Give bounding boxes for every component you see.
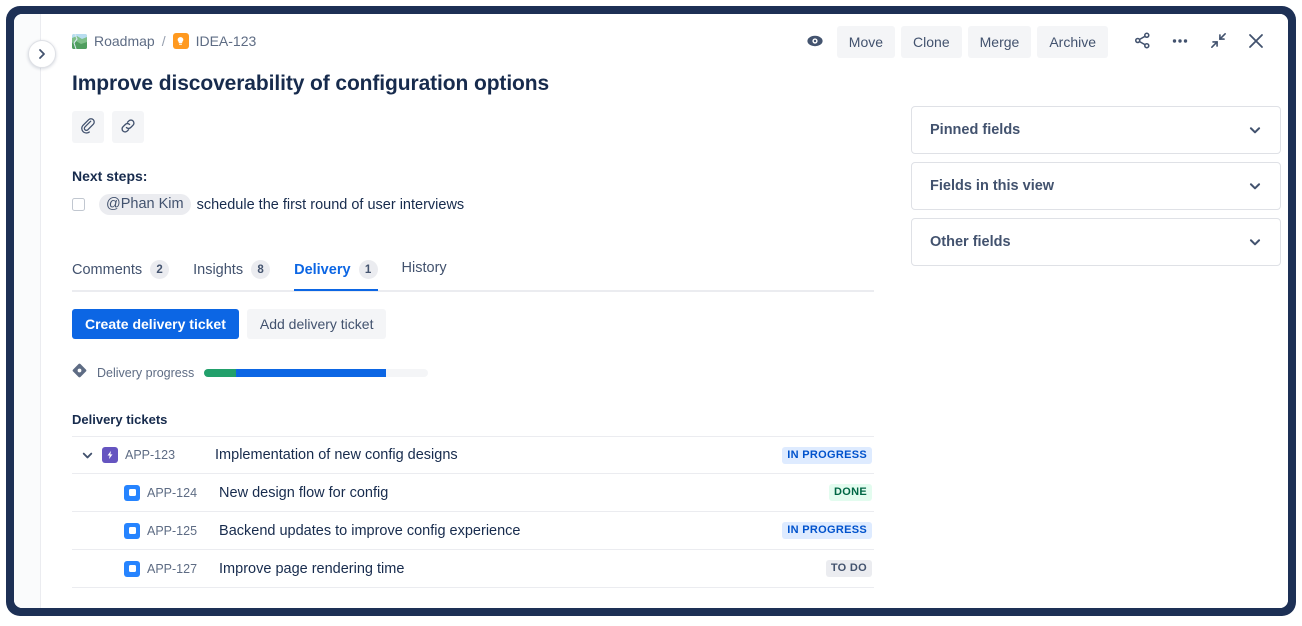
- delivery-progress-label: Delivery progress: [97, 366, 194, 380]
- share-button[interactable]: [1126, 26, 1158, 58]
- status-badge[interactable]: TO DO: [826, 560, 872, 577]
- breadcrumb-separator: /: [162, 33, 166, 49]
- progress-segment-in-progress: [236, 369, 386, 377]
- paperclip-icon: [79, 117, 97, 138]
- idea-lightbulb-icon: [173, 33, 189, 49]
- delivery-progress-bar[interactable]: [204, 369, 428, 377]
- delivery-tickets-list: APP-123 Implementation of new config des…: [72, 436, 874, 588]
- table-row[interactable]: APP-123 Implementation of new config des…: [72, 436, 874, 474]
- tab-comments[interactable]: Comments 2: [72, 260, 181, 289]
- link-chain-icon: [119, 117, 137, 138]
- ticket-summary: New design flow for config: [219, 485, 829, 501]
- epic-bolt-icon: [102, 447, 118, 463]
- ticket-summary: Backend updates to improve config experi…: [219, 523, 782, 539]
- field-group-title: Other fields: [930, 234, 1011, 250]
- close-button[interactable]: [1240, 26, 1272, 58]
- issue-toolbar: Move Clone Merge Archive: [799, 26, 1272, 58]
- expand-sidebar-button[interactable]: [28, 40, 56, 68]
- more-horizontal-icon: [1170, 31, 1190, 54]
- watch-button[interactable]: [799, 26, 831, 58]
- collapse-diagonal-icon: [1209, 31, 1228, 53]
- archive-button[interactable]: Archive: [1037, 26, 1108, 58]
- field-group-other-fields[interactable]: Other fields: [911, 218, 1281, 266]
- chevron-down-icon[interactable]: [72, 449, 102, 462]
- task-checkbox[interactable]: [72, 198, 85, 211]
- move-button[interactable]: Move: [837, 26, 895, 58]
- status-badge[interactable]: DONE: [829, 484, 872, 501]
- delivery-actions: Create delivery ticket Add delivery tick…: [72, 309, 386, 339]
- tab-insights[interactable]: Insights 8: [193, 260, 282, 289]
- story-square-icon: [124, 561, 140, 577]
- next-steps-heading: Next steps:: [72, 168, 147, 184]
- attach-button[interactable]: [72, 111, 104, 143]
- collapse-button[interactable]: [1202, 26, 1234, 58]
- progress-segment-done: [204, 369, 235, 377]
- chevron-right-icon: [36, 48, 48, 60]
- window-frame: Roadmap / IDEA-123: [6, 6, 1296, 616]
- tab-delivery-count: 1: [359, 260, 378, 279]
- chevron-down-icon: [1248, 123, 1262, 137]
- ticket-key[interactable]: APP-124: [147, 486, 197, 500]
- share-icon: [1133, 31, 1152, 53]
- mention-phan-kim[interactable]: @Phan Kim: [99, 194, 191, 215]
- create-delivery-ticket-button[interactable]: Create delivery ticket: [72, 309, 239, 339]
- story-square-icon: [124, 485, 140, 501]
- merge-button[interactable]: Merge: [968, 26, 1032, 58]
- add-delivery-ticket-button[interactable]: Add delivery ticket: [247, 309, 387, 339]
- map-icon: [72, 34, 87, 49]
- ticket-summary: Implementation of new config designs: [215, 447, 782, 463]
- issue-tabs: Comments 2 Insights 8 Delivery 1 History: [72, 260, 874, 292]
- eye-icon: [806, 32, 824, 53]
- table-row[interactable]: APP-127 Improve page rendering time TO D…: [72, 550, 874, 588]
- table-row[interactable]: APP-125 Backend updates to improve confi…: [72, 512, 874, 550]
- page-title: Improve discoverability of configuration…: [72, 72, 549, 96]
- task-text: schedule the first round of user intervi…: [197, 197, 465, 213]
- tab-delivery[interactable]: Delivery 1: [294, 260, 389, 289]
- link-button[interactable]: [112, 111, 144, 143]
- field-group-title: Pinned fields: [930, 122, 1020, 138]
- tab-delivery-label: Delivery: [294, 262, 350, 278]
- status-badge[interactable]: IN PROGRESS: [782, 522, 872, 539]
- chevron-down-icon: [1248, 179, 1262, 193]
- delivery-progress-diamond-icon: [72, 363, 87, 383]
- story-square-icon: [124, 523, 140, 539]
- chevron-down-icon: [1248, 235, 1262, 249]
- tab-history[interactable]: History: [402, 260, 459, 286]
- breadcrumb-project-link[interactable]: Roadmap: [94, 33, 155, 49]
- tab-insights-label: Insights: [193, 262, 243, 278]
- tab-comments-label: Comments: [72, 262, 142, 278]
- left-rail: [14, 14, 41, 608]
- tab-comments-count: 2: [150, 260, 169, 279]
- delivery-tickets-heading: Delivery tickets: [72, 412, 167, 427]
- issue-page: Roadmap / IDEA-123: [42, 14, 1288, 608]
- issue-fields-sidebar: Pinned fields Fields in this view Other …: [911, 106, 1281, 274]
- field-group-fields-in-this-view[interactable]: Fields in this view: [911, 162, 1281, 210]
- field-group-pinned-fields[interactable]: Pinned fields: [911, 106, 1281, 154]
- ticket-key[interactable]: APP-123: [125, 448, 175, 462]
- next-steps-task-item: @Phan Kim schedule the first round of us…: [72, 194, 464, 215]
- breadcrumb-issue-key[interactable]: IDEA-123: [196, 33, 257, 49]
- field-group-title: Fields in this view: [930, 178, 1054, 194]
- table-row[interactable]: APP-124 New design flow for config DONE: [72, 474, 874, 512]
- more-actions-button[interactable]: [1164, 26, 1196, 58]
- status-badge[interactable]: IN PROGRESS: [782, 447, 872, 464]
- ticket-key[interactable]: APP-127: [147, 562, 197, 576]
- issue-action-icons: [72, 111, 144, 143]
- delivery-progress-row: Delivery progress: [72, 363, 428, 383]
- tab-history-label: History: [402, 260, 447, 276]
- ticket-summary: Improve page rendering time: [219, 561, 826, 577]
- tab-insights-count: 8: [251, 260, 270, 279]
- window-content: Roadmap / IDEA-123: [14, 14, 1288, 608]
- breadcrumb: Roadmap / IDEA-123: [72, 33, 256, 49]
- ticket-key[interactable]: APP-125: [147, 524, 197, 538]
- clone-button[interactable]: Clone: [901, 26, 962, 58]
- close-x-icon: [1246, 31, 1266, 54]
